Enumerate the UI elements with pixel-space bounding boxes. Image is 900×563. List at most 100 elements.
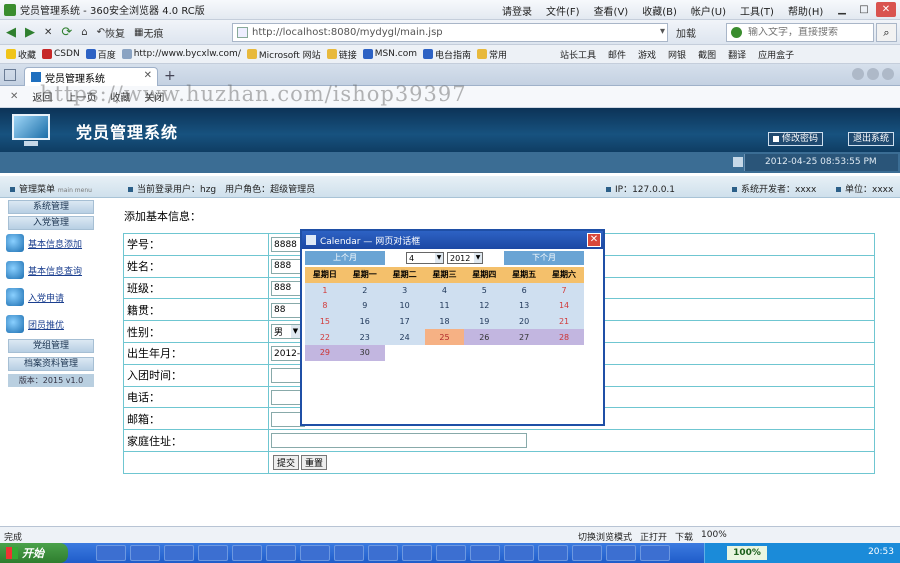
fav-bycxlw[interactable]: http://www.bycxlw.com/ <box>121 49 241 59</box>
addon-button[interactable]: 加载 <box>676 25 696 40</box>
menu-account[interactable]: 帐户(U) <box>691 3 726 18</box>
sidebar-item-query-info[interactable]: 基本信息查询 <box>6 260 100 280</box>
calendar-day[interactable]: 22 <box>305 329 345 345</box>
stop-button[interactable]: ✕ <box>41 23 55 42</box>
taskbar-item[interactable] <box>402 545 432 561</box>
calendar-day[interactable]: 9 <box>344 298 385 314</box>
close-icon[interactable]: ✕ <box>587 233 601 247</box>
calendar-day[interactable]: 10 <box>384 298 425 314</box>
calendar-day[interactable]: 1 <box>305 282 345 299</box>
tool-translate[interactable]: 翻译 <box>728 48 746 61</box>
taskbar-item[interactable] <box>436 545 466 561</box>
taskbar-item[interactable] <box>572 545 602 561</box>
calendar-day[interactable]: 17 <box>384 313 425 330</box>
calendar-day[interactable]: 20 <box>504 313 545 330</box>
fav-star[interactable]: 收藏 <box>6 48 36 61</box>
calendar-day[interactable]: 12 <box>464 298 505 314</box>
fav-baidu[interactable]: 百度 <box>85 48 116 61</box>
calendar-day[interactable]: 26 <box>464 329 505 345</box>
minimize-button[interactable]: ▁ <box>832 2 852 17</box>
menu-help[interactable]: 帮助(H) <box>788 3 823 18</box>
calendar-day[interactable]: 15 <box>305 313 345 330</box>
calendar-day[interactable]: 28 <box>544 329 584 345</box>
fav-links[interactable]: 链接 <box>326 48 357 61</box>
calendar-day[interactable]: 7 <box>544 282 584 299</box>
calendar-day[interactable]: 11 <box>424 298 465 314</box>
tray-clock[interactable]: 20:53 <box>868 547 894 557</box>
calendar-day[interactable]: 5 <box>464 282 505 299</box>
menu-tools[interactable]: 工具(T) <box>740 3 774 18</box>
calendar-day[interactable]: 4 <box>424 282 465 299</box>
fav-msn[interactable]: MSN.com <box>362 49 417 59</box>
calendar-day[interactable]: 13 <box>504 298 545 314</box>
taskbar-item[interactable] <box>266 545 296 561</box>
calendar-day[interactable]: 29 <box>305 344 345 361</box>
chevron-down-icon[interactable]: ▼ <box>435 253 443 263</box>
tab-tool-icon[interactable] <box>882 68 894 80</box>
calendar-day[interactable]: 21 <box>544 313 584 330</box>
logout-button[interactable]: 退出系统 <box>848 132 895 146</box>
sidebar-item-add-info[interactable]: 基本信息添加 <box>6 233 100 253</box>
tool-bank[interactable]: 网银 <box>668 48 686 61</box>
download-button[interactable]: 下载 <box>675 530 693 543</box>
taskbar-item[interactable] <box>96 545 126 561</box>
taskbar-item[interactable] <box>130 545 160 561</box>
back-button[interactable]: ◀ <box>3 23 19 42</box>
close-tab-icon[interactable]: ✕ <box>144 70 152 81</box>
calendar-day[interactable]: 18 <box>424 313 465 330</box>
sidebar-item-recommend[interactable]: 团员推优 <box>6 314 100 334</box>
search-box[interactable] <box>726 23 874 42</box>
sidebar-archive-mgmt[interactable]: 档案资料管理 <box>8 357 94 371</box>
address-url[interactable]: http://localhost:8080/mydygl/main.jsp <box>252 27 443 38</box>
calendar-day[interactable]: 16 <box>344 313 385 330</box>
calendar-day[interactable]: 8 <box>305 298 345 314</box>
taskbar-item[interactable] <box>368 545 398 561</box>
tool-screenshot[interactable]: 截图 <box>698 48 716 61</box>
close-icon[interactable]: ✕ <box>10 91 18 102</box>
month-select[interactable]: 4 ▼ <box>406 252 444 264</box>
calendar-day[interactable]: 6 <box>504 282 545 299</box>
taskbar-item[interactable] <box>334 545 364 561</box>
tab-tool-icon[interactable] <box>852 68 864 80</box>
taskbar-item[interactable] <box>504 545 534 561</box>
home-button[interactable]: ⌂ <box>78 23 90 42</box>
tool-webmaster[interactable]: 站长工具 <box>560 48 596 61</box>
tool-appbox[interactable]: 应用盒子 <box>758 48 794 61</box>
refresh-button[interactable]: ⟳ <box>58 23 75 42</box>
fav-radio[interactable]: 电台指南 <box>423 48 471 61</box>
submit-button[interactable]: 提交 <box>273 454 300 470</box>
taskbar-item[interactable] <box>606 545 636 561</box>
menu-login[interactable]: 请登录 <box>502 3 532 18</box>
calendar-day[interactable]: 24 <box>384 329 425 345</box>
calendar-day[interactable]: 3 <box>384 282 425 299</box>
address-dropdown-icon[interactable]: ▾ <box>660 26 665 37</box>
prev-month-button[interactable]: 上个月 <box>305 251 385 265</box>
calendar-day[interactable]: 2 <box>344 282 385 299</box>
recover-button[interactable]: ↶ 恢复 <box>94 23 128 42</box>
fav-csdn[interactable]: CSDN <box>42 49 80 59</box>
tool-mail[interactable]: 邮件 <box>608 48 626 61</box>
taskbar-item[interactable] <box>198 545 228 561</box>
calendar-day-today[interactable]: 25 <box>424 329 465 345</box>
calendar-day[interactable]: 23 <box>344 329 385 345</box>
calendar-day[interactable]: 19 <box>464 313 505 330</box>
incognito-button[interactable]: ▦ 无痕 <box>131 23 166 42</box>
tool-games[interactable]: 游戏 <box>638 48 656 61</box>
chevron-down-icon[interactable]: ▼ <box>474 253 482 263</box>
gender-select[interactable]: 男 ▼ <box>271 324 301 340</box>
calendar-day[interactable]: 27 <box>504 329 545 345</box>
taskbar-item[interactable] <box>640 545 670 561</box>
taskbar-item[interactable] <box>470 545 500 561</box>
reset-button[interactable]: 重置 <box>301 454 328 470</box>
chevron-down-icon[interactable]: ▼ <box>291 325 300 339</box>
calendar-day[interactable]: 30 <box>344 344 385 361</box>
menu-favorites[interactable]: 收藏(B) <box>642 3 677 18</box>
fav-microsoft[interactable]: Microsoft 网站 <box>246 48 321 61</box>
search-input[interactable] <box>748 27 858 38</box>
switch-mode-button[interactable]: 切换浏览模式 <box>578 530 632 543</box>
next-month-button[interactable]: 下个月 <box>504 251 584 265</box>
fav-common[interactable]: 常用 <box>477 48 507 61</box>
sidebar-org-mgmt[interactable]: 党组管理 <box>8 339 94 353</box>
zoom-level[interactable]: 100% <box>701 530 727 543</box>
maximize-button[interactable]: □ <box>854 2 874 17</box>
